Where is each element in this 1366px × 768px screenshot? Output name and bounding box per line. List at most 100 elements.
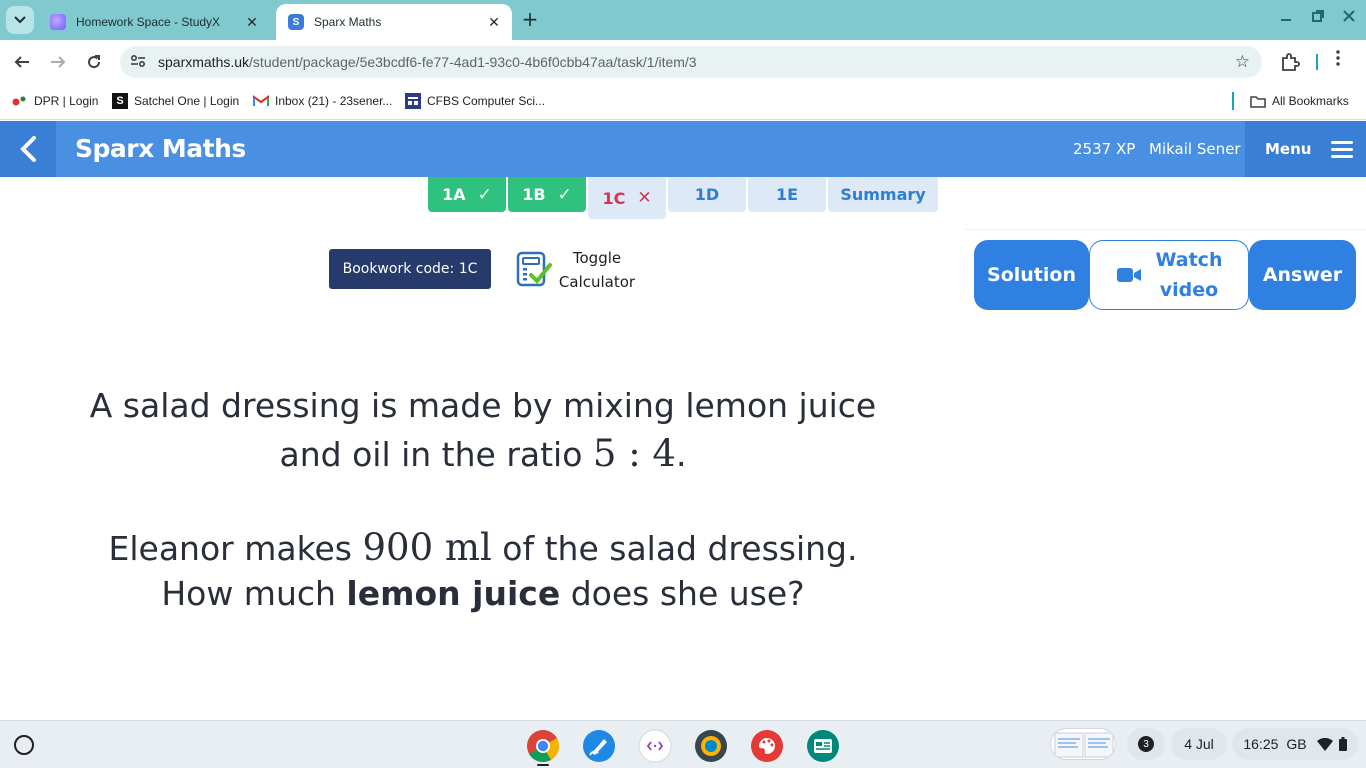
studyx-favicon-icon	[50, 14, 66, 30]
holding-space-thumbnail[interactable]	[1050, 728, 1116, 760]
address-bar[interactable]: sparxmaths.uk/student/package/5e3bcdf6-f…	[120, 46, 1262, 78]
calc-label-line1: Toggle	[572, 249, 622, 267]
classroom-app-icon[interactable]	[806, 729, 840, 763]
bookmark-label: Inbox (21) - 23sener...	[275, 94, 393, 108]
toolbar-separator	[1316, 54, 1318, 70]
watch-video-button[interactable]: Watch video	[1089, 240, 1249, 310]
hamburger-icon	[1331, 137, 1354, 162]
camera-app-icon[interactable]	[694, 729, 728, 763]
close-window-icon[interactable]	[1343, 8, 1355, 26]
volume-math: 900 ml	[362, 526, 492, 569]
battery-icon	[1338, 737, 1347, 751]
gmail-icon	[253, 93, 269, 109]
solution-button[interactable]: Solution	[974, 240, 1089, 310]
chrome-app-icon[interactable]	[526, 729, 560, 763]
question-text: and oil in the ratio	[279, 435, 593, 474]
browser-toolbar: sparxmaths.uk/student/package/5e3bcdf6-f…	[0, 40, 1366, 84]
toggle-calculator-button[interactable]: Toggle Calculator	[555, 246, 639, 294]
xp-counter: 2537 XP	[1073, 140, 1136, 158]
question-text: Eleanor makes	[108, 529, 363, 568]
task-tab-label: 1E	[775, 185, 799, 204]
tab-title: Homework Space - StudyX	[76, 15, 221, 29]
bookmark-dpr[interactable]: DPR | Login	[12, 93, 98, 109]
task-tab-summary[interactable]: Summary	[828, 177, 938, 212]
task-tab-label: 1B	[522, 185, 546, 204]
browser-tab-sparx[interactable]: S Sparx Maths ✕	[276, 4, 512, 40]
time-text: 16:25	[1243, 736, 1279, 752]
folder-icon	[1250, 93, 1266, 109]
forward-arrow-icon[interactable]	[46, 50, 70, 74]
bookmark-star-icon[interactable]: ☆	[1235, 52, 1250, 72]
extensions-puzzle-icon[interactable]	[1280, 52, 1300, 72]
task-tab-label: 1D	[694, 185, 720, 204]
new-tab-button[interactable]: +	[518, 8, 542, 32]
question-text: .	[675, 435, 687, 474]
paint-app-icon[interactable]	[750, 729, 784, 763]
satchel-logo-icon: S	[112, 93, 128, 109]
question-text: does she use?	[560, 574, 805, 613]
back-button[interactable]	[0, 121, 56, 177]
close-tab-icon[interactable]: ✕	[244, 14, 260, 31]
watch-label-line2: video	[1159, 279, 1219, 301]
reload-icon[interactable]	[82, 50, 106, 74]
close-tab-icon[interactable]: ✕	[486, 14, 502, 31]
minimize-icon[interactable]	[1280, 8, 1292, 26]
menu-button[interactable]: Menu	[1245, 121, 1366, 177]
url-host: sparxmaths.uk	[158, 54, 250, 70]
all-bookmarks-label: All Bookmarks	[1272, 94, 1349, 108]
bookmark-label: DPR | Login	[34, 94, 99, 108]
locale-text: GB	[1286, 736, 1307, 752]
site-settings-icon[interactable]	[130, 54, 150, 71]
task-tab-1c[interactable]: 1C ✕	[588, 177, 666, 219]
task-tab-label: 1A	[442, 185, 466, 204]
status-area[interactable]: 16:25 GB	[1232, 728, 1358, 760]
question-line-3: Eleanor makes 900 ml of the salad dressi…	[60, 526, 906, 569]
code-app-icon[interactable]	[638, 729, 672, 763]
date-pill[interactable]: 4 Jul	[1171, 728, 1227, 760]
task-tab-1b[interactable]: 1B ✓	[508, 177, 586, 212]
sparx-header: Sparx Maths 2537 XP Mikail Sener Menu	[0, 121, 1366, 177]
cfbs-logo-icon	[405, 93, 421, 109]
notification-button[interactable]: 3	[1127, 728, 1165, 760]
drawing-app-icon[interactable]	[582, 729, 616, 763]
calculator-icon[interactable]	[516, 251, 552, 287]
wifi-icon	[1316, 737, 1333, 751]
question-text: of the salad dressing.	[491, 529, 858, 568]
browser-menu-icon[interactable]	[1336, 50, 1340, 71]
back-arrow-icon[interactable]	[10, 50, 34, 74]
bookmark-cfbs[interactable]: CFBS Computer Sci...	[405, 93, 545, 109]
browser-tabstrip: Homework Space - StudyX ✕ S Sparx Maths …	[0, 0, 1366, 40]
sparx-brand: Sparx Maths	[75, 134, 246, 163]
question-emphasis: lemon juice	[346, 574, 561, 613]
menu-label: Menu	[1265, 140, 1312, 158]
dpr-logo-icon	[12, 93, 28, 109]
task-tab-1e[interactable]: 1E	[748, 177, 826, 212]
question-text: How much	[161, 574, 347, 613]
bookmark-label: CFBS Computer Sci...	[427, 94, 546, 108]
all-bookmarks-button[interactable]: All Bookmarks	[1250, 93, 1349, 109]
tab-search-button[interactable]	[6, 6, 34, 34]
bookwork-code-badge: Bookwork code: 1C	[329, 249, 491, 289]
restore-icon[interactable]	[1312, 8, 1324, 26]
task-tab-1a[interactable]: 1A ✓	[428, 177, 506, 212]
tab-title: Sparx Maths	[314, 15, 382, 29]
task-tab-label: 1C	[602, 188, 626, 208]
date-text: 4 Jul	[1184, 736, 1214, 752]
bookmark-gmail[interactable]: Inbox (21) - 23sener...	[253, 93, 392, 109]
bookmark-satchel[interactable]: S Satchel One | Login	[112, 93, 239, 109]
browser-tab-studyx[interactable]: Homework Space - StudyX ✕	[38, 4, 270, 40]
answer-button[interactable]: Answer	[1249, 240, 1356, 310]
bookmarks-bar: DPR | Login S Satchel One | Login Inbox …	[0, 84, 1366, 120]
calc-label-line2: Calculator	[558, 273, 636, 291]
video-camera-icon	[1116, 268, 1141, 282]
sparx-favicon-icon: S	[288, 14, 304, 30]
running-app-indicator	[537, 764, 549, 766]
url-path: /student/package/5e3bcdf6-fe77-4ad1-93c0…	[249, 54, 697, 70]
launcher-icon[interactable]	[14, 735, 34, 755]
task-tab-1d[interactable]: 1D	[668, 177, 746, 212]
question-text: A salad dressing is made by mixing lemon…	[89, 386, 877, 425]
question-line-1: A salad dressing is made by mixing lemon…	[60, 386, 906, 425]
cross-icon: ✕	[637, 188, 652, 208]
chevron-left-icon	[20, 136, 36, 162]
question-line-2: and oil in the ratio 5 : 4.	[60, 432, 906, 475]
